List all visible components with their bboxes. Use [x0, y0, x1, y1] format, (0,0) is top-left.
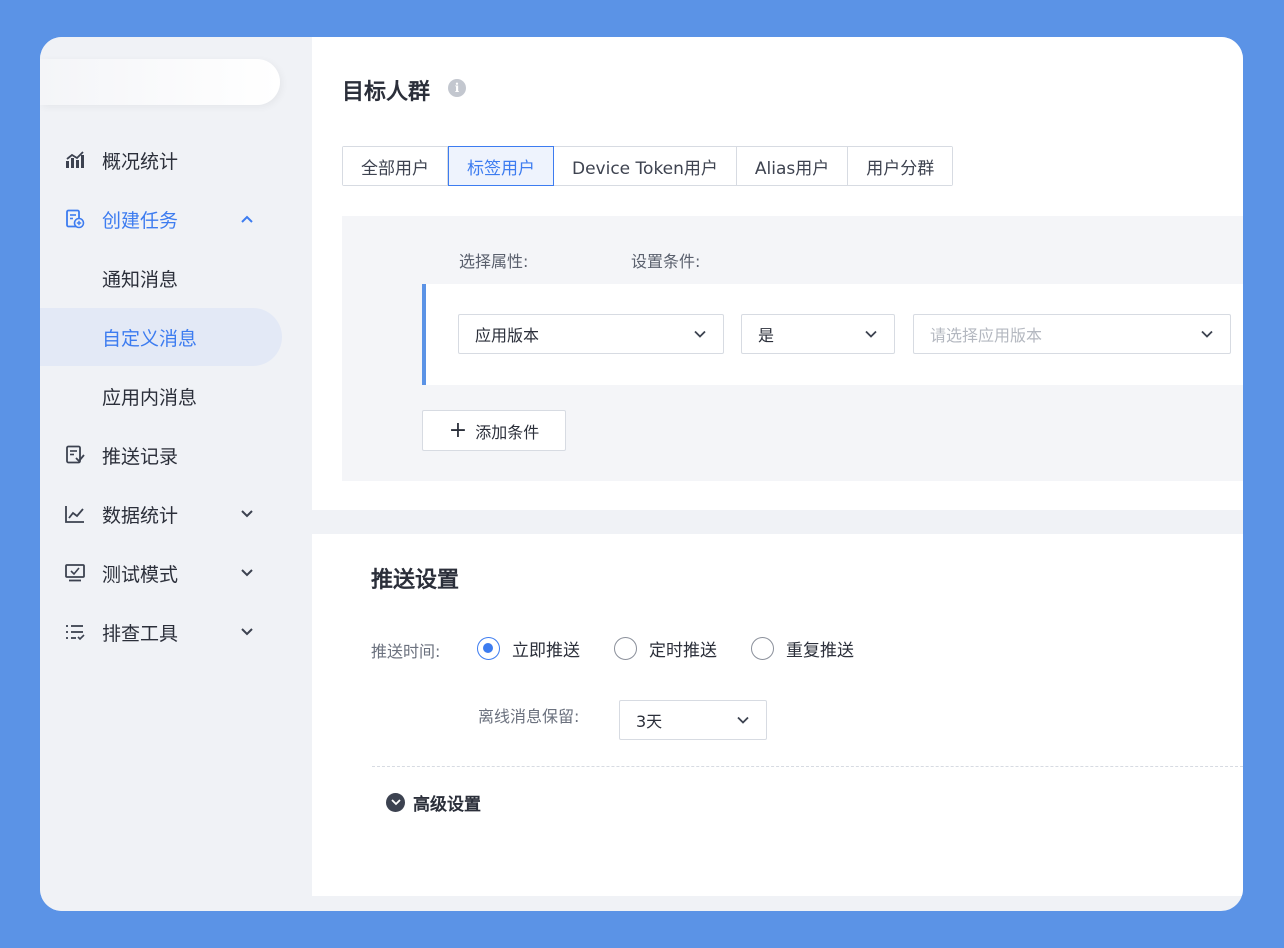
advanced-settings-label: 高级设置	[413, 795, 481, 815]
chevron-down-icon	[694, 330, 706, 338]
chevron-down-icon	[240, 566, 254, 580]
chevron-down-circle-icon	[386, 793, 405, 812]
add-condition-button[interactable]: + 添加条件	[422, 410, 566, 451]
list-check-icon	[64, 621, 86, 643]
push-record-icon	[64, 444, 86, 466]
radio-unchecked-icon	[614, 637, 637, 660]
push-time-label: 推送时间:	[371, 642, 441, 661]
target-audience-section: 目标人群 i 全部用户 标签用户 Device Token用户 Alias用户 …	[312, 37, 1243, 510]
chevron-down-icon	[1201, 330, 1213, 338]
sidebar-item-push-record[interactable]: 推送记录	[40, 426, 282, 484]
radio-checked-icon	[477, 637, 500, 660]
sidebar-item-label: 概况统计	[102, 150, 179, 173]
advanced-settings-toggle[interactable]: 高级设置	[386, 790, 481, 815]
condition-header: 设置条件:	[631, 252, 701, 271]
attribute-header: 选择属性:	[459, 252, 529, 271]
operator-select-value: 是	[758, 326, 775, 345]
push-settings-section: 推送设置 推送时间: 立即推送 定时推送 重复推送 离线消息保留: 3天 高级设…	[312, 534, 1243, 896]
sidebar-item-overview[interactable]: 概况统计	[40, 131, 282, 189]
brand-logo-area	[40, 59, 280, 105]
sidebar-item-label: 推送记录	[102, 445, 179, 468]
attribute-select[interactable]: 应用版本	[458, 314, 724, 354]
info-icon[interactable]: i	[448, 79, 466, 97]
offline-retention-select[interactable]: 3天	[619, 700, 767, 740]
sidebar-subitem-custom-message[interactable]: 自定义消息	[40, 308, 282, 366]
add-condition-label: 添加条件	[475, 422, 540, 442]
sidebar-item-label: 数据统计	[102, 504, 179, 527]
tab-device-token-users[interactable]: Device Token用户	[554, 147, 737, 185]
tab-alias-users[interactable]: Alias用户	[736, 147, 849, 185]
radio-label: 重复推送	[786, 641, 854, 661]
chevron-down-icon	[240, 507, 254, 521]
sidebar-item-label: 排查工具	[102, 622, 179, 645]
attribute-select-value: 应用版本	[475, 326, 540, 345]
offline-retention-label: 离线消息保留:	[478, 707, 580, 726]
sidebar: 概况统计 创建任务 通知消息 自定义消息 应用内消息 推送记录 数据统计 测试模…	[40, 37, 312, 911]
sidebar-subitem-label: 应用内消息	[102, 386, 198, 409]
sidebar-subitem-in-app-message[interactable]: 应用内消息	[40, 367, 282, 425]
sidebar-subitem-label: 通知消息	[102, 268, 179, 291]
sidebar-subitem-notification[interactable]: 通知消息	[40, 249, 282, 307]
app-window: 概况统计 创建任务 通知消息 自定义消息 应用内消息 推送记录 数据统计 测试模…	[40, 37, 1243, 911]
chevron-down-icon	[737, 716, 749, 724]
tab-user-segments[interactable]: 用户分群	[848, 147, 953, 185]
sidebar-item-label: 创建任务	[102, 209, 179, 232]
radio-repeat[interactable]: 重复推送	[751, 636, 854, 661]
tab-tag-users[interactable]: 标签用户	[448, 146, 554, 186]
chevron-down-icon	[240, 625, 254, 639]
sidebar-item-create-task[interactable]: 创建任务	[40, 190, 282, 248]
radio-scheduled[interactable]: 定时推送	[614, 636, 717, 661]
line-chart-icon	[64, 503, 86, 525]
offline-retention-value: 3天	[636, 712, 663, 731]
sidebar-item-troubleshoot-tools[interactable]: 排查工具	[40, 603, 282, 661]
sidebar-subitem-label: 自定义消息	[102, 327, 198, 350]
divider	[372, 766, 1243, 767]
tab-all-users[interactable]: 全部用户	[343, 147, 448, 185]
audience-tabs: 全部用户 标签用户 Device Token用户 Alias用户 用户分群	[342, 146, 954, 186]
section-title-push: 推送设置	[371, 568, 460, 593]
monitor-icon	[64, 562, 86, 584]
sidebar-item-label: 测试模式	[102, 563, 179, 586]
radio-label: 立即推送	[512, 641, 580, 661]
condition-panel: 选择属性: 设置条件: 应用版本 是 请选择应用版本 + 添加条件	[342, 216, 1243, 481]
chevron-up-icon	[240, 212, 254, 226]
section-title-target: 目标人群	[342, 80, 431, 105]
radio-unchecked-icon	[751, 637, 774, 660]
chevron-down-icon	[865, 330, 877, 338]
condition-row: 应用版本 是 请选择应用版本	[422, 284, 1243, 385]
radio-immediate[interactable]: 立即推送	[477, 636, 580, 661]
operator-select[interactable]: 是	[741, 314, 895, 354]
version-select-placeholder: 请选择应用版本	[930, 326, 1043, 345]
create-task-icon	[64, 208, 86, 230]
push-time-options: 立即推送 定时推送 重复推送	[477, 636, 888, 661]
version-value-select[interactable]: 请选择应用版本	[913, 314, 1231, 354]
bar-chart-icon	[64, 149, 86, 171]
radio-label: 定时推送	[649, 641, 717, 661]
plus-icon: +	[448, 417, 468, 443]
sidebar-item-test-mode[interactable]: 测试模式	[40, 544, 282, 602]
sidebar-item-data-stats[interactable]: 数据统计	[40, 485, 282, 543]
